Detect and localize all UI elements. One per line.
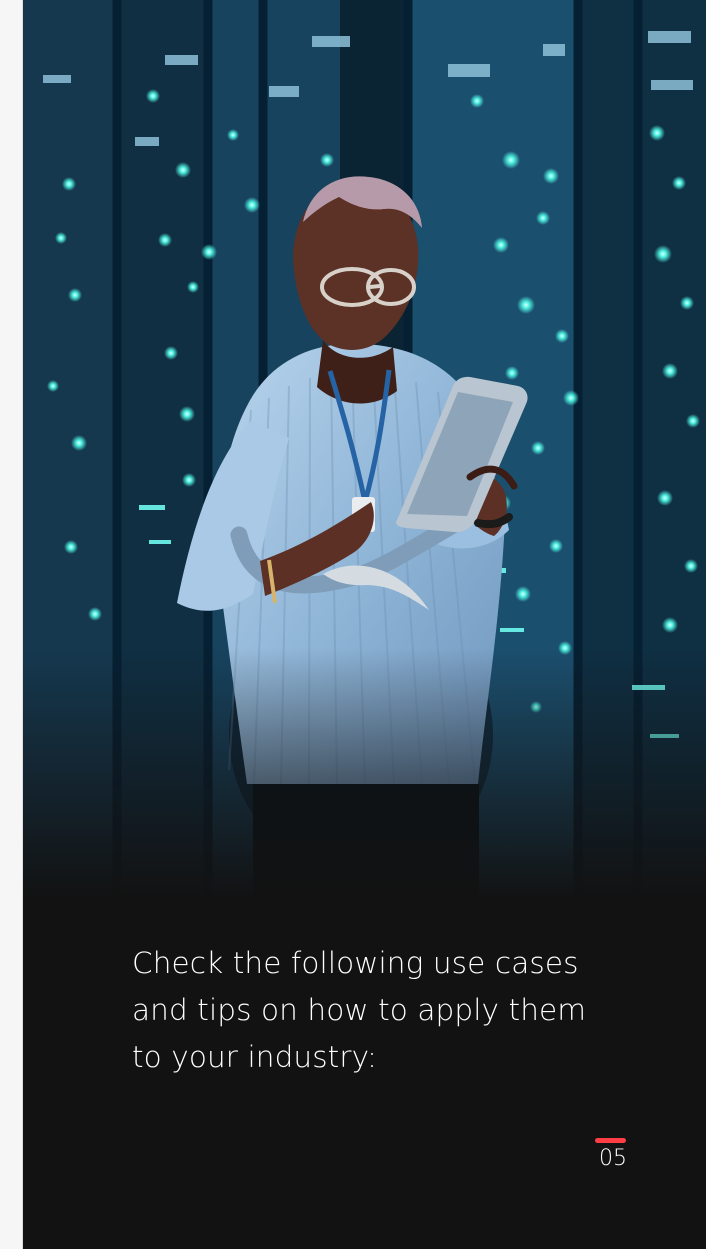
document-page: Check the following use cases and tips o… [23,0,706,1249]
page-number: 05 [599,1146,627,1171]
page-number-block: 05 [595,1138,629,1174]
red-bar-icon [595,1138,626,1143]
body-text: Check the following use cases and tips o… [132,946,587,1074]
hero-photo-server-room [23,0,706,900]
